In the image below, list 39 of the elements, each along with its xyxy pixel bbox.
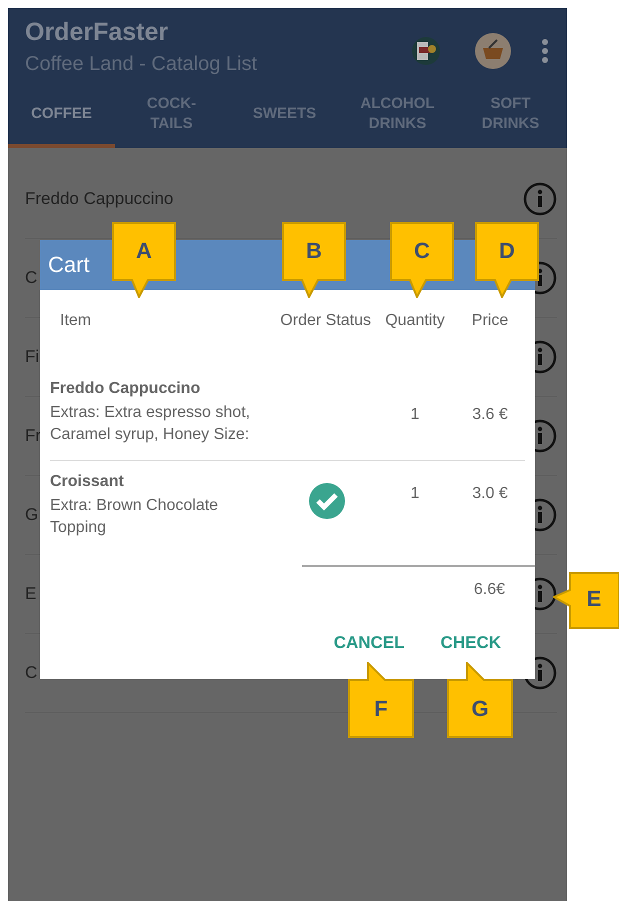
cart-total: 6.6€ xyxy=(474,581,505,599)
item-name: Freddo Cappuccino xyxy=(50,380,202,398)
app-title: OrderFaster xyxy=(25,18,170,47)
column-header: Item xyxy=(59,312,92,331)
overflow-menu-icon[interactable] xyxy=(541,38,549,64)
menu-card-icon[interactable] xyxy=(411,36,441,66)
category-tab[interactable]: ALCOHOL DRINKS xyxy=(341,84,454,148)
callout-label: B xyxy=(282,222,346,298)
quantity-value: 1 xyxy=(410,485,420,502)
column-header: Order Status xyxy=(279,312,372,331)
basket-icon[interactable] xyxy=(475,33,511,69)
product-name[interactable]: C xyxy=(25,268,38,288)
product-name[interactable]: Fi xyxy=(25,347,40,367)
product-name[interactable]: E xyxy=(25,584,36,604)
quantity-value: 1 xyxy=(410,406,420,423)
app-subtitle: Coffee Land - Catalog List xyxy=(25,53,258,76)
callout-label: F xyxy=(348,662,414,738)
product-name[interactable]: G xyxy=(25,505,38,525)
callout-label: A xyxy=(112,222,176,298)
callout-label: E xyxy=(553,572,619,629)
dialog-button[interactable]: CHECK xyxy=(432,627,509,659)
item-name: Croissant xyxy=(50,473,125,491)
column-header: Price xyxy=(470,312,510,331)
price-value: 3.6 € xyxy=(472,406,508,423)
callout-label: G xyxy=(447,662,513,738)
category-tab[interactable]: COCK- TAILS xyxy=(115,84,228,148)
dialog-button[interactable]: CANCEL xyxy=(326,627,413,659)
column-header: Quantity xyxy=(384,312,446,331)
item-details: Extra: Brown Chocolate Topping xyxy=(50,496,220,538)
callout-label: D xyxy=(475,222,539,298)
callout-label: C xyxy=(390,222,454,298)
product-name[interactable]: Fr xyxy=(25,426,42,446)
category-tab[interactable]: COFFEE xyxy=(8,84,115,148)
product-name[interactable]: C xyxy=(25,663,38,683)
item-details: Extras: Extra espresso shot, Caramel syrup, Honey Size: xyxy=(50,403,252,445)
category-tab[interactable]: SOFT DRINKS xyxy=(454,84,567,148)
product-name[interactable]: Freddo Cappuccino xyxy=(25,189,174,209)
price-value: 3.0 € xyxy=(472,485,508,502)
category-tab[interactable]: SWEETS xyxy=(228,84,341,148)
